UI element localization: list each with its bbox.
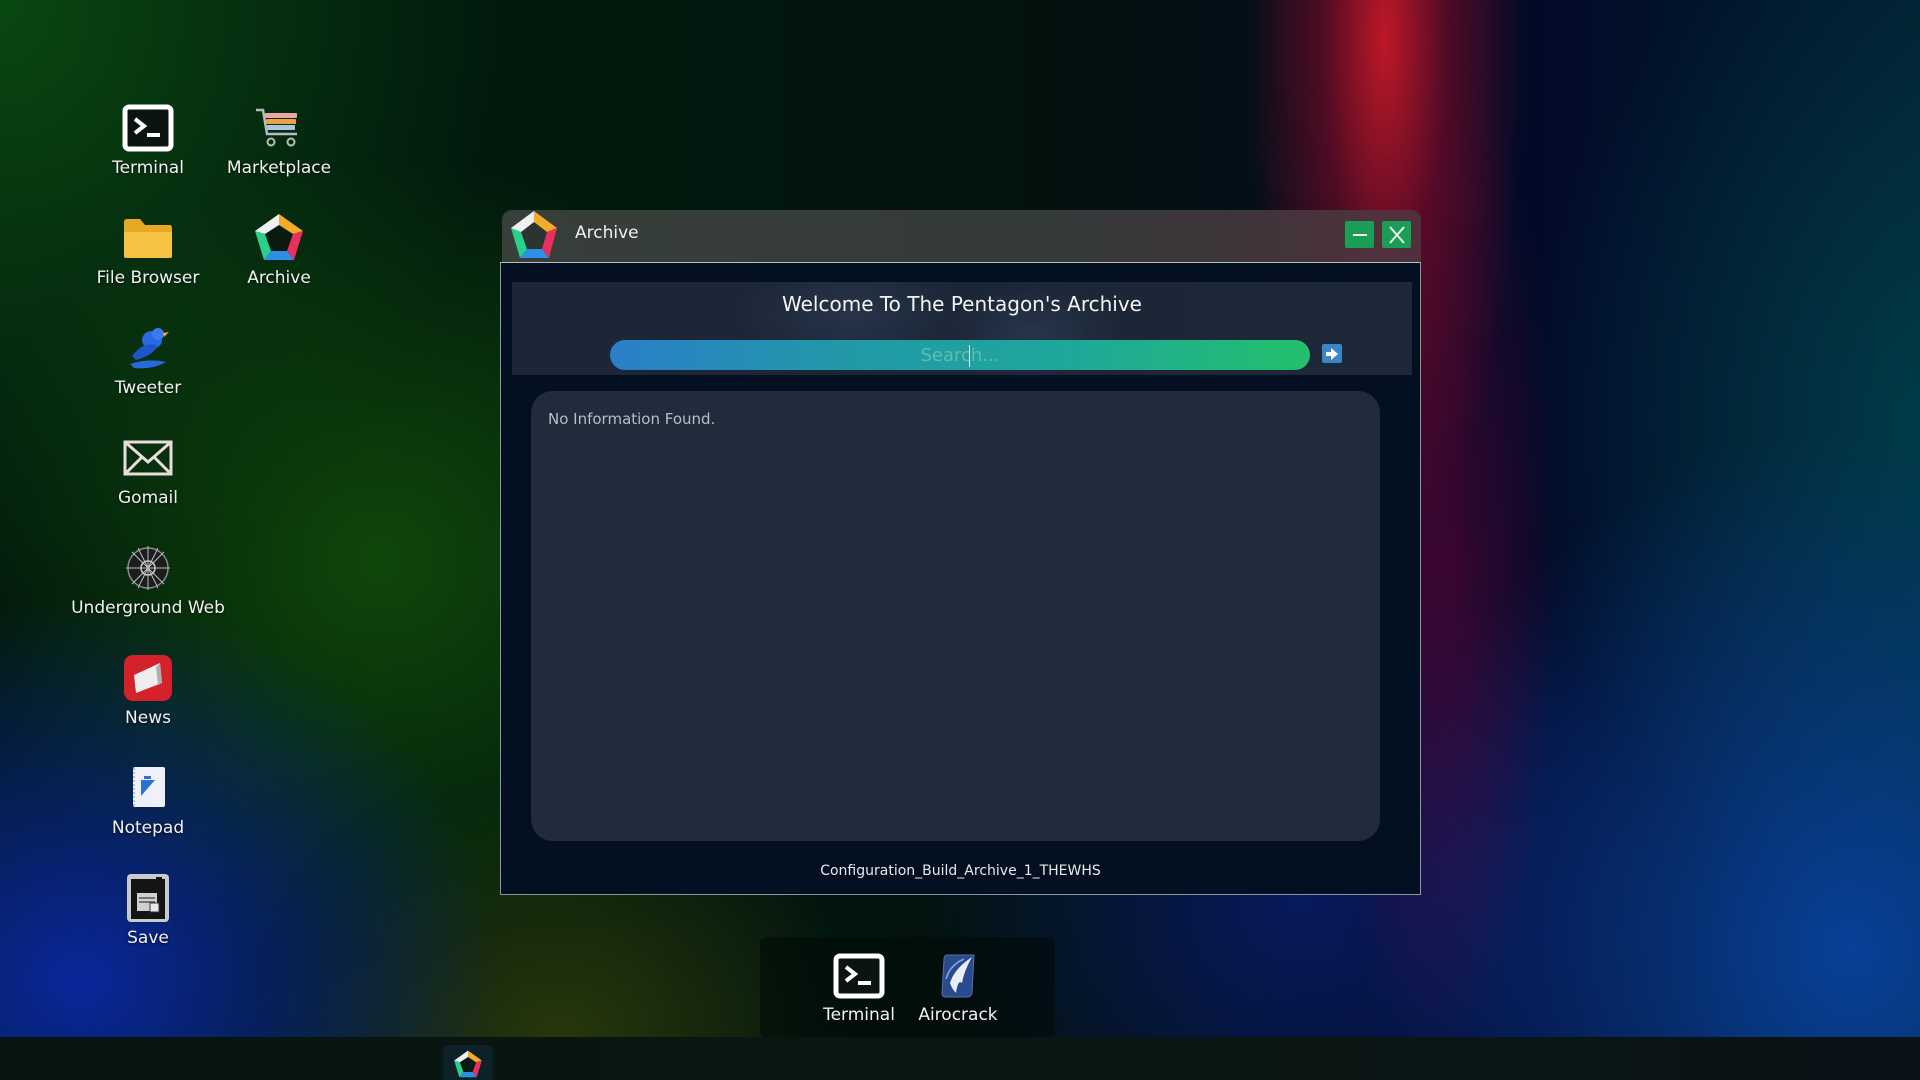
terminal-icon xyxy=(122,102,174,154)
desktop-icon-label: Save xyxy=(127,928,169,948)
desktop-icon-label: News xyxy=(125,708,171,728)
desktop-icon-marketplace[interactable]: Marketplace xyxy=(204,102,354,202)
banner-title: Welcome To The Pentagon's Archive xyxy=(782,292,1142,316)
desktop-icon-terminal[interactable]: Terminal xyxy=(73,102,223,202)
arrow-right-icon xyxy=(1326,347,1338,360)
build-footer: Configuration_Build_Archive_1_THEWHS xyxy=(820,863,1101,879)
dock-item-label: Terminal xyxy=(823,1005,895,1025)
close-button[interactable] xyxy=(1382,221,1411,248)
taskbar xyxy=(0,1037,1920,1080)
dock-item-terminal[interactable]: Terminal xyxy=(809,951,909,1031)
desktop-icon-label: Archive xyxy=(247,268,311,288)
web-globe-icon xyxy=(122,542,174,594)
envelope-icon xyxy=(122,432,174,484)
window-body: Welcome To The Pentagon's Archive No Inf… xyxy=(500,262,1421,895)
terminal-icon xyxy=(833,951,885,1001)
notepad-icon xyxy=(122,762,174,814)
window-titlebar[interactable]: Archive xyxy=(502,210,1421,262)
desktop-icon-label: Terminal xyxy=(112,158,184,178)
desktop-icon-label: Marketplace xyxy=(226,158,332,178)
text-caret xyxy=(969,345,970,367)
bird-icon xyxy=(122,322,174,374)
pentagon-logo-icon xyxy=(510,210,560,262)
dock: Terminal Airocrack xyxy=(760,937,1055,1037)
results-panel: No Information Found. xyxy=(531,391,1380,841)
desktop-icon-underground-web[interactable]: Underground Web xyxy=(71,542,225,642)
taskbar-item-archive[interactable] xyxy=(443,1045,493,1080)
desktop-icon-save[interactable]: Save xyxy=(73,872,223,972)
folder-icon xyxy=(122,212,174,264)
shopping-cart-icon xyxy=(253,102,305,154)
desktop-icon-news[interactable]: News xyxy=(73,652,223,752)
desktop-icon-archive[interactable]: Archive xyxy=(204,212,354,312)
desktop-icon-gomail[interactable]: Gomail xyxy=(73,432,223,532)
save-icon xyxy=(122,872,174,924)
close-icon xyxy=(1388,225,1405,244)
search-submit-button[interactable] xyxy=(1322,344,1342,363)
dock-item-airocrack[interactable]: Airocrack xyxy=(908,951,1008,1031)
dock-item-label: Airocrack xyxy=(918,1005,998,1025)
desktop-icon-label: Notepad xyxy=(111,818,185,838)
desktop-icon-label: Underground Web xyxy=(71,598,225,618)
minimize-icon xyxy=(1352,233,1367,236)
desktop-icon-file-browser[interactable]: File Browser xyxy=(73,212,223,312)
minimize-button[interactable] xyxy=(1345,221,1374,248)
results-message: No Information Found. xyxy=(548,410,716,428)
archive-window: Archive Welcome To The Pentagon's Archiv… xyxy=(500,210,1421,895)
news-icon xyxy=(122,652,174,704)
pentagon-logo-icon xyxy=(253,212,305,264)
archive-header-banner: Welcome To The Pentagon's Archive xyxy=(512,282,1412,375)
desktop-icon-label: Tweeter xyxy=(114,378,182,398)
desktop-icon-label: Gomail xyxy=(118,488,178,508)
window-title: Archive xyxy=(575,223,639,243)
airocrack-icon xyxy=(932,951,984,1001)
desktop-icon-label: File Browser xyxy=(96,268,200,288)
pentagon-logo-icon xyxy=(454,1050,482,1078)
search-input[interactable] xyxy=(610,340,1310,370)
desktop-icon-notepad[interactable]: Notepad xyxy=(73,762,223,862)
desktop-icon-tweeter[interactable]: Tweeter xyxy=(73,322,223,422)
